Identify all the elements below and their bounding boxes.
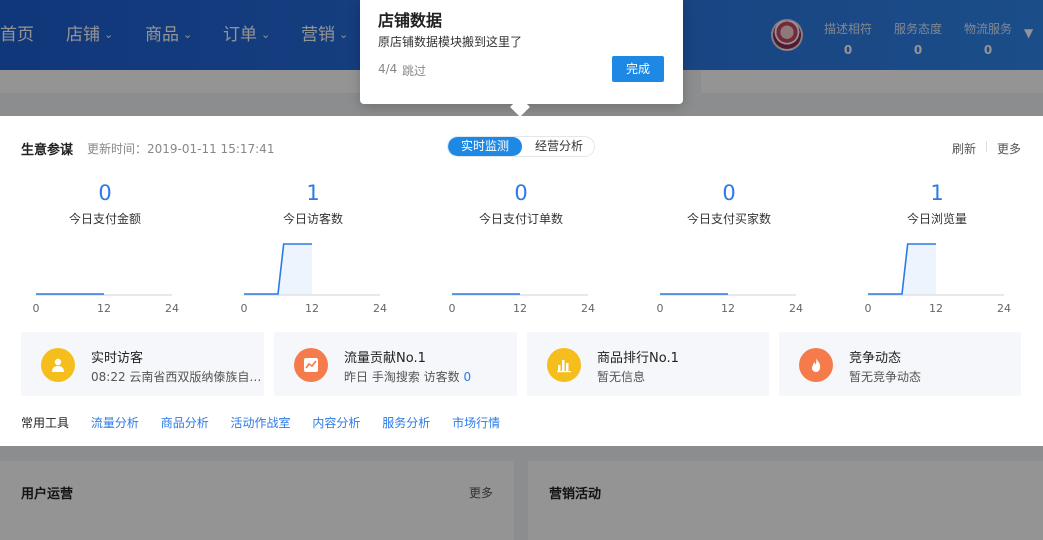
tool-service-analysis[interactable]: 服务分析 (382, 416, 430, 430)
sparkline-tick-label: 12 (513, 302, 527, 315)
tool-traffic-analysis[interactable]: 流量分析 (91, 416, 139, 430)
guide-popover: 店铺数据 原店铺数据模块搬到这里了 4/4 跳过 完成 (360, 0, 683, 117)
sparkline-chart: 0 12 24 (33, 293, 179, 315)
metric-value: 0 (98, 181, 112, 205)
guide-description: 原店铺数据模块搬到这里了 (378, 35, 523, 49)
sparkline-tick-label: 24 (789, 302, 803, 315)
sparkline-chart: 0 12 24 (241, 243, 387, 315)
bar-chart-icon (547, 348, 581, 382)
info-sub-text: 昨日 手淘搜索 访客数 (344, 370, 460, 384)
sparkline-area (868, 244, 936, 294)
user-icon (41, 348, 75, 382)
tool-content-analysis[interactable]: 内容分析 (312, 416, 360, 430)
sparkline-chart: 0 12 24 (865, 243, 1011, 315)
metric-label: 今日浏览量 (906, 212, 967, 226)
sparkline-tick-label: 0 (33, 302, 40, 315)
info-sub-value: 0 (463, 370, 472, 384)
info-realtime-visitors[interactable]: 实时访客 08:22 云南省西双版纳傣族自… (21, 332, 264, 396)
mode-switch: 实时监测 经营分析 (447, 136, 595, 157)
sparkline-tick-label: 12 (929, 302, 943, 315)
sparkline-tick-label: 24 (997, 302, 1011, 315)
info-goods-rank[interactable]: 商品排行No.1 暂无信息 (527, 332, 769, 396)
more-link[interactable]: 更多 (997, 140, 1021, 157)
tool-campaign-room[interactable]: 活动作战室 (231, 416, 291, 430)
info-sub: 暂无信息 (597, 370, 646, 384)
sparkline-tick-label: 24 (581, 302, 595, 315)
metric-value: 1 (930, 181, 944, 205)
info-title: 流量贡献No.1 (344, 351, 426, 366)
metric-label: 今日支付买家数 (686, 212, 771, 226)
metric-visitors[interactable]: 1 今日访客数 (209, 180, 417, 227)
info-traffic-top[interactable]: 流量贡献No.1 昨日 手淘搜索 访客数 0 (274, 332, 517, 396)
info-competition[interactable]: 竞争动态 暂无竞争动态 (779, 332, 1021, 396)
tool-goods-analysis[interactable]: 商品分析 (161, 416, 209, 430)
guide-done-button[interactable]: 完成 (612, 56, 664, 82)
sparkline-tick-label: 0 (241, 302, 248, 315)
tab-analysis[interactable]: 经营分析 (522, 137, 594, 156)
metric-label: 今日支付金额 (68, 212, 141, 226)
sparkline-tick-label: 24 (165, 302, 179, 315)
flame-icon (799, 348, 833, 382)
sparkline-tick-label: 12 (721, 302, 735, 315)
sparkline-tick-label: 12 (305, 302, 319, 315)
info-title: 实时访客 (91, 351, 144, 366)
sparkline-tick-label: 24 (373, 302, 387, 315)
metric-label: 今日支付订单数 (478, 212, 563, 226)
guide-title: 店铺数据 (378, 11, 443, 30)
sparkline-tick-label: 0 (657, 302, 664, 315)
trend-chart-icon (294, 348, 328, 382)
guide-step-counter: 4/4 (378, 62, 398, 76)
link-divider (986, 141, 987, 152)
sparkline-tick-label: 0 (865, 302, 872, 315)
metric-pay-amount[interactable]: 0 今日支付金额 (1, 180, 209, 227)
business-title: 生意参谋 (21, 143, 74, 158)
update-time: 更新时间：2019-01-11 15:17:41 (87, 142, 275, 156)
sparkline-chart: 0 12 24 (657, 293, 803, 315)
sparkline-tick-label: 0 (449, 302, 456, 315)
sparkline-tick-label: 12 (97, 302, 111, 315)
info-title: 商品排行No.1 (597, 351, 679, 366)
tools-label: 常用工具 (21, 416, 70, 430)
refresh-link[interactable]: 刷新 (952, 140, 976, 157)
business-advisor-card: 生意参谋 更新时间：2019-01-11 15:17:41 实时监测 经营分析 … (0, 116, 1043, 446)
sparkline-chart: 0 12 24 (449, 293, 595, 315)
tool-market-trends[interactable]: 市场行情 (452, 416, 500, 430)
info-sub: 08:22 云南省西双版纳傣族自… (91, 370, 262, 384)
info-sub: 暂无竞争动态 (849, 370, 922, 384)
metric-label: 今日访客数 (282, 212, 343, 226)
info-title: 竞争动态 (849, 351, 902, 366)
info-sub: 昨日 手淘搜索 访客数 0 (344, 368, 471, 385)
sparkline-area (244, 244, 312, 294)
tab-realtime[interactable]: 实时监测 (448, 137, 522, 156)
guide-skip-link[interactable]: 跳过 (402, 62, 426, 79)
metric-value: 0 (722, 181, 736, 205)
metric-pageviews[interactable]: 1 今日浏览量 (833, 180, 1041, 227)
metric-value: 1 (306, 181, 320, 205)
metric-buyers[interactable]: 0 今日支付买家数 (625, 180, 833, 227)
metric-value: 0 (514, 181, 528, 205)
metric-orders[interactable]: 0 今日支付订单数 (417, 180, 625, 227)
common-tools: 常用工具 流量分析 商品分析 活动作战室 内容分析 服务分析 市场行情 (21, 414, 518, 431)
